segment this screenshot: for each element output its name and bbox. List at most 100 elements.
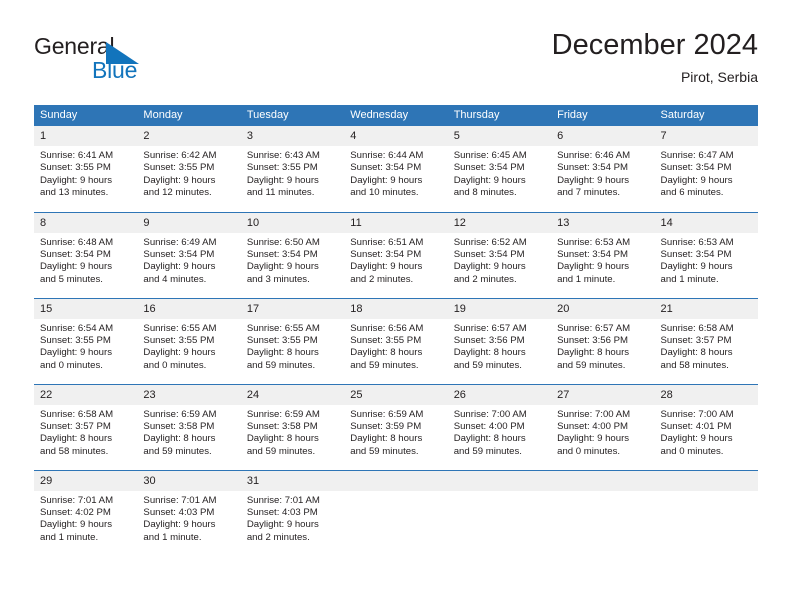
day-cell[interactable]: 3 Sunrise: 6:43 AM Sunset: 3:55 PM Daylight… — [240, 126, 345, 212]
day-number: 9 — [137, 212, 241, 233]
daylight-text-line1: Daylight: 9 hours — [246, 174, 319, 186]
day-cell-empty — [654, 469, 758, 556]
calendar-page: General Blue December 2024 Pirot, Serbia… — [0, 0, 792, 612]
day-cell[interactable]: 2 Sunrise: 6:42 AM Sunset: 3:55 PM Daylight… — [137, 126, 241, 212]
day-details: Sunrise: 6:49 AM Sunset: 3:54 PM Daylight:… — [137, 233, 240, 287]
daylight-text-line1: Daylight: 9 hours — [350, 261, 423, 273]
daylight-text-line1: Daylight: 8 hours — [350, 347, 423, 359]
weekday-header-tuesday: Tuesday — [240, 105, 345, 126]
day-cell[interactable]: 6 Sunrise: 6:46 AM Sunset: 3:54 PM Daylight… — [551, 126, 655, 212]
day-cell[interactable]: 18 Sunrise: 6:56 AM Sunset: 3:55 PM Dayligh… — [344, 297, 448, 384]
day-cell[interactable]: 22 Sunrise: 6:58 AM Sunset: 3:57 PM Dayligh… — [34, 383, 138, 470]
day-number: 14 — [654, 212, 758, 233]
day-cell[interactable]: 15 Sunrise: 6:54 AM Sunset: 3:55 PM Dayligh… — [34, 297, 138, 384]
daylight-text-line2: and 4 minutes. — [143, 273, 207, 285]
day-cell[interactable]: 29 Sunrise: 7:01 AM Sunset: 4:02 PM Dayligh… — [34, 469, 138, 556]
day-details: Sunrise: 7:01 AM Sunset: 4:03 PM Daylight:… — [137, 491, 240, 545]
day-cell-empty — [344, 469, 448, 556]
daylight-text-line2: and 0 minutes. — [143, 359, 207, 371]
day-cell[interactable]: 12 Sunrise: 6:52 AM Sunset: 3:54 PM Dayligh… — [447, 211, 552, 298]
sunset-text: Sunset: 3:55 PM — [246, 162, 318, 174]
sunrise-text: Sunrise: 6:56 AM — [350, 322, 424, 334]
brand-logo[interactable]: General Blue — [34, 33, 214, 85]
brand-name-blue: Blue — [92, 57, 138, 83]
day-cell[interactable]: 16 Sunrise: 6:55 AM Sunset: 3:55 PM Dayligh… — [137, 297, 241, 384]
sunrise-text: Sunrise: 6:55 AM — [246, 322, 320, 334]
sunrise-text: Sunrise: 6:50 AM — [246, 236, 320, 248]
day-cell[interactable]: 31 Sunrise: 7:01 AM Sunset: 4:03 PM Dayligh… — [240, 469, 345, 556]
daylight-text-line1: Daylight: 9 hours — [453, 174, 526, 186]
day-details: Sunrise: 6:58 AM Sunset: 3:57 PM Daylight:… — [34, 405, 137, 459]
day-cell[interactable]: 9 Sunrise: 6:49 AM Sunset: 3:54 PM Daylight… — [137, 211, 241, 298]
sunset-text: Sunset: 3:58 PM — [246, 420, 318, 432]
daylight-text-line1: Daylight: 8 hours — [40, 433, 112, 445]
day-cell[interactable]: 8 Sunrise: 6:48 AM Sunset: 3:54 PM Daylight… — [34, 211, 138, 298]
day-cell[interactable]: 10 Sunrise: 6:50 AM Sunset: 3:54 PM Dayligh… — [240, 211, 345, 298]
day-details: Sunrise: 6:44 AM Sunset: 3:54 PM Daylight:… — [344, 146, 447, 200]
day-cell[interactable]: 14 Sunrise: 6:53 AM Sunset: 3:54 PM Dayligh… — [654, 211, 758, 298]
daylight-text-line2: and 1 minute. — [40, 531, 99, 543]
daylight-text-line2: and 59 minutes. — [557, 359, 626, 371]
day-cell[interactable]: 4 Sunrise: 6:44 AM Sunset: 3:54 PM Daylight… — [344, 126, 448, 212]
day-cell[interactable]: 26 Sunrise: 7:00 AM Sunset: 4:00 PM Dayligh… — [447, 383, 552, 470]
day-cell[interactable]: 20 Sunrise: 6:57 AM Sunset: 3:56 PM Dayligh… — [551, 297, 655, 384]
sunset-text: Sunset: 3:54 PM — [143, 248, 215, 260]
day-cell[interactable]: 25 Sunrise: 6:59 AM Sunset: 3:59 PM Dayligh… — [344, 383, 448, 470]
daylight-text-line2: and 0 minutes. — [660, 445, 724, 457]
day-cell[interactable]: 7 Sunrise: 6:47 AM Sunset: 3:54 PM Daylight… — [654, 126, 758, 212]
day-cell[interactable]: 28 Sunrise: 7:00 AM Sunset: 4:01 PM Dayligh… — [654, 383, 758, 470]
sunrise-text: Sunrise: 6:44 AM — [350, 150, 424, 161]
sunrise-text: Sunrise: 6:53 AM — [660, 236, 734, 248]
calendar-week-row: 15 Sunrise: 6:54 AM Sunset: 3:55 PM Dayligh… — [34, 297, 758, 384]
day-cell[interactable]: 5 Sunrise: 6:45 AM Sunset: 3:54 PM Daylight… — [447, 126, 552, 212]
day-cell[interactable]: 1 Sunrise: 6:41 AM Sunset: 3:55 PM Daylight… — [34, 126, 138, 212]
sunrise-text: Sunrise: 6:45 AM — [453, 150, 527, 161]
daylight-text-line2: and 2 minutes. — [453, 273, 517, 285]
title-block: December 2024 Pirot, Serbia — [552, 28, 758, 86]
sunset-text: Sunset: 3:54 PM — [350, 248, 422, 260]
calendar-week-row: 1 Sunrise: 6:41 AM Sunset: 3:55 PM Daylight… — [34, 126, 758, 212]
day-number — [447, 470, 552, 491]
weekday-header-saturday: Saturday — [654, 105, 758, 126]
daylight-text-line2: and 6 minutes. — [660, 187, 724, 199]
day-details: Sunrise: 6:50 AM Sunset: 3:54 PM Daylight:… — [241, 233, 344, 287]
sunrise-text: Sunrise: 7:01 AM — [246, 494, 320, 506]
day-details: Sunrise: 6:59 AM Sunset: 3:58 PM Daylight:… — [137, 405, 240, 459]
sunrise-text: Sunrise: 6:42 AM — [143, 150, 217, 161]
day-cell[interactable]: 27 Sunrise: 7:00 AM Sunset: 4:00 PM Dayligh… — [551, 383, 655, 470]
day-cell[interactable]: 13 Sunrise: 6:53 AM Sunset: 3:54 PM Dayligh… — [551, 211, 655, 298]
day-details: Sunrise: 6:48 AM Sunset: 3:54 PM Daylight:… — [34, 233, 137, 287]
day-number: 2 — [137, 126, 241, 146]
weekday-header-sunday: Sunday — [34, 105, 138, 126]
daylight-text-line2: and 2 minutes. — [350, 273, 414, 285]
daylight-text-line1: Daylight: 8 hours — [143, 433, 216, 445]
day-cell[interactable]: 21 Sunrise: 6:58 AM Sunset: 3:57 PM Dayligh… — [654, 297, 758, 384]
daylight-text-line2: and 59 minutes. — [246, 359, 316, 371]
daylight-text-line2: and 58 minutes. — [40, 445, 109, 457]
day-number — [551, 470, 655, 491]
sunrise-text: Sunrise: 7:00 AM — [660, 408, 734, 420]
day-cell[interactable]: 19 Sunrise: 6:57 AM Sunset: 3:56 PM Dayligh… — [447, 297, 552, 384]
day-cell[interactable]: 23 Sunrise: 6:59 AM Sunset: 3:58 PM Dayligh… — [137, 383, 241, 470]
day-details: Sunrise: 6:53 AM Sunset: 3:54 PM Daylight:… — [655, 233, 758, 287]
day-details: Sunrise: 6:55 AM Sunset: 3:55 PM Daylight:… — [241, 319, 344, 373]
day-details: Sunrise: 6:54 AM Sunset: 3:55 PM Daylight:… — [34, 319, 137, 373]
calendar-week-row: 29 Sunrise: 7:01 AM Sunset: 4:02 PM Dayligh… — [34, 469, 758, 556]
day-number: 19 — [447, 298, 552, 319]
day-cell[interactable]: 30 Sunrise: 7:01 AM Sunset: 4:03 PM Dayligh… — [137, 469, 241, 556]
sunset-text: Sunset: 3:55 PM — [143, 334, 215, 346]
daylight-text-line2: and 13 minutes. — [40, 187, 109, 199]
weekday-header-friday: Friday — [551, 105, 655, 126]
daylight-text-line2: and 0 minutes. — [557, 445, 621, 457]
day-number: 8 — [34, 212, 138, 233]
daylight-text-line1: Daylight: 9 hours — [557, 261, 630, 273]
sunrise-text: Sunrise: 6:47 AM — [660, 150, 734, 161]
day-cell[interactable]: 24 Sunrise: 6:59 AM Sunset: 3:58 PM Dayligh… — [240, 383, 345, 470]
weekday-header-wednesday: Wednesday — [344, 105, 448, 126]
day-cell[interactable]: 11 Sunrise: 6:51 AM Sunset: 3:54 PM Dayligh… — [344, 211, 448, 298]
day-details: Sunrise: 6:55 AM Sunset: 3:55 PM Daylight:… — [137, 319, 240, 373]
sunrise-text: Sunrise: 7:00 AM — [453, 408, 527, 420]
sunset-text: Sunset: 3:54 PM — [557, 162, 629, 174]
weekday-header-monday: Monday — [137, 105, 241, 126]
day-cell[interactable]: 17 Sunrise: 6:55 AM Sunset: 3:55 PM Dayligh… — [240, 297, 345, 384]
